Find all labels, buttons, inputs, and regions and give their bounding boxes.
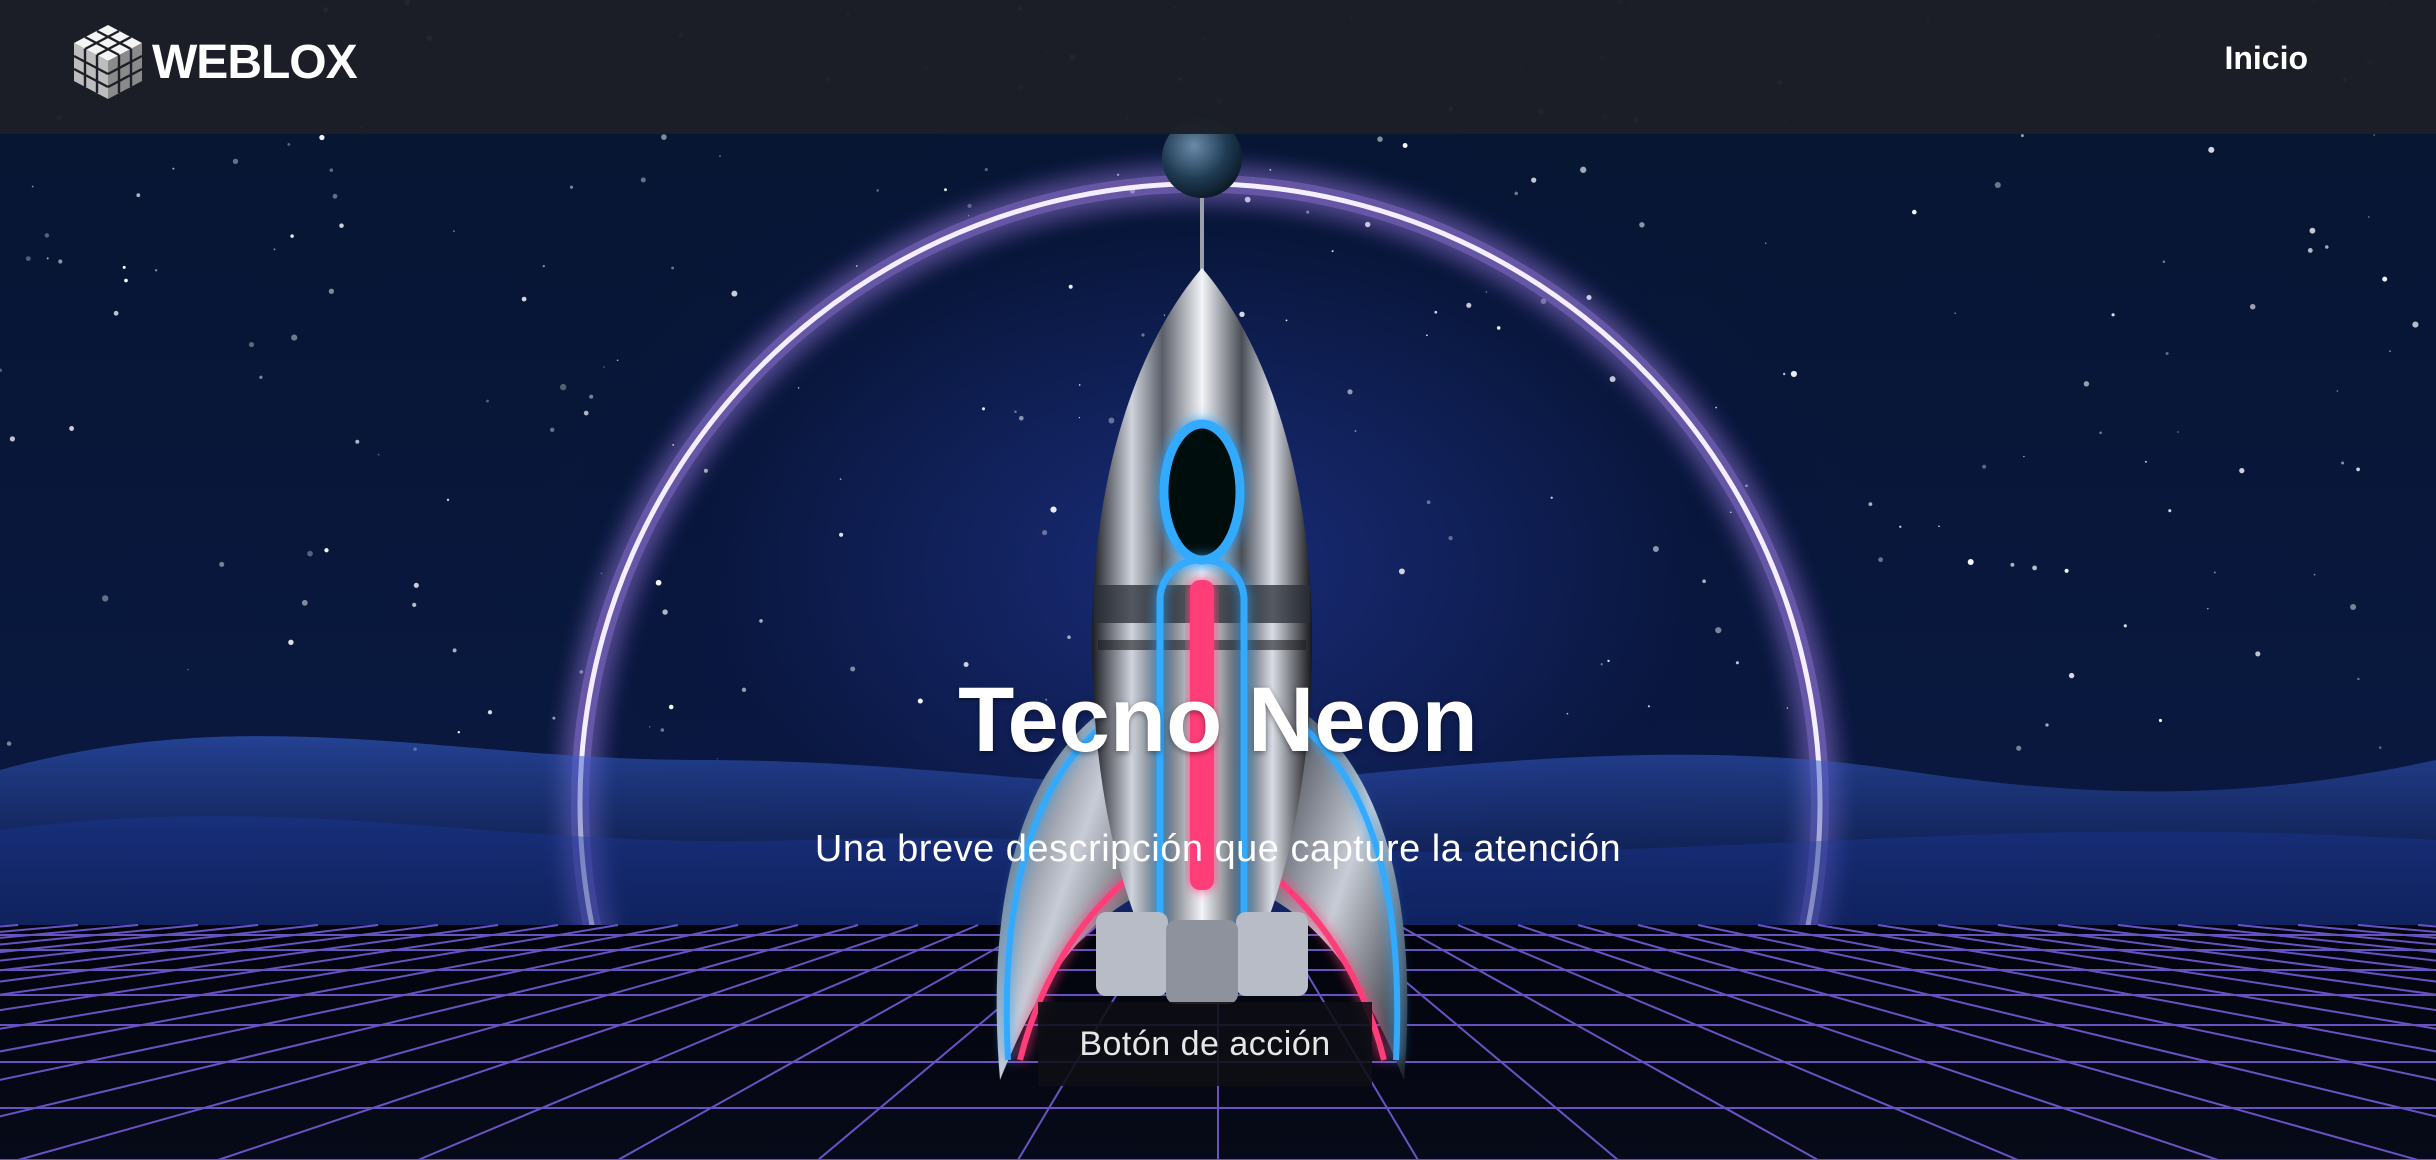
hero-background-image: [0, 0, 2436, 1160]
hero-title: Tecno Neon: [958, 669, 1478, 771]
cube-logo-icon: [73, 25, 143, 99]
hero-subtitle: Una breve descripción que capture la ate…: [814, 828, 1622, 870]
brand-name: WEBLOX: [152, 35, 358, 89]
navbar: WEBLOX Inicio: [0, 0, 2436, 134]
nav-link-inicio[interactable]: Inicio: [2224, 40, 2308, 77]
logo[interactable]: WEBLOX: [72, 22, 358, 102]
cta-button[interactable]: Botón de acción: [1038, 1002, 1372, 1086]
hero-section: WEBLOX Inicio Tecno Neon Una breve descr…: [0, 0, 2436, 1160]
